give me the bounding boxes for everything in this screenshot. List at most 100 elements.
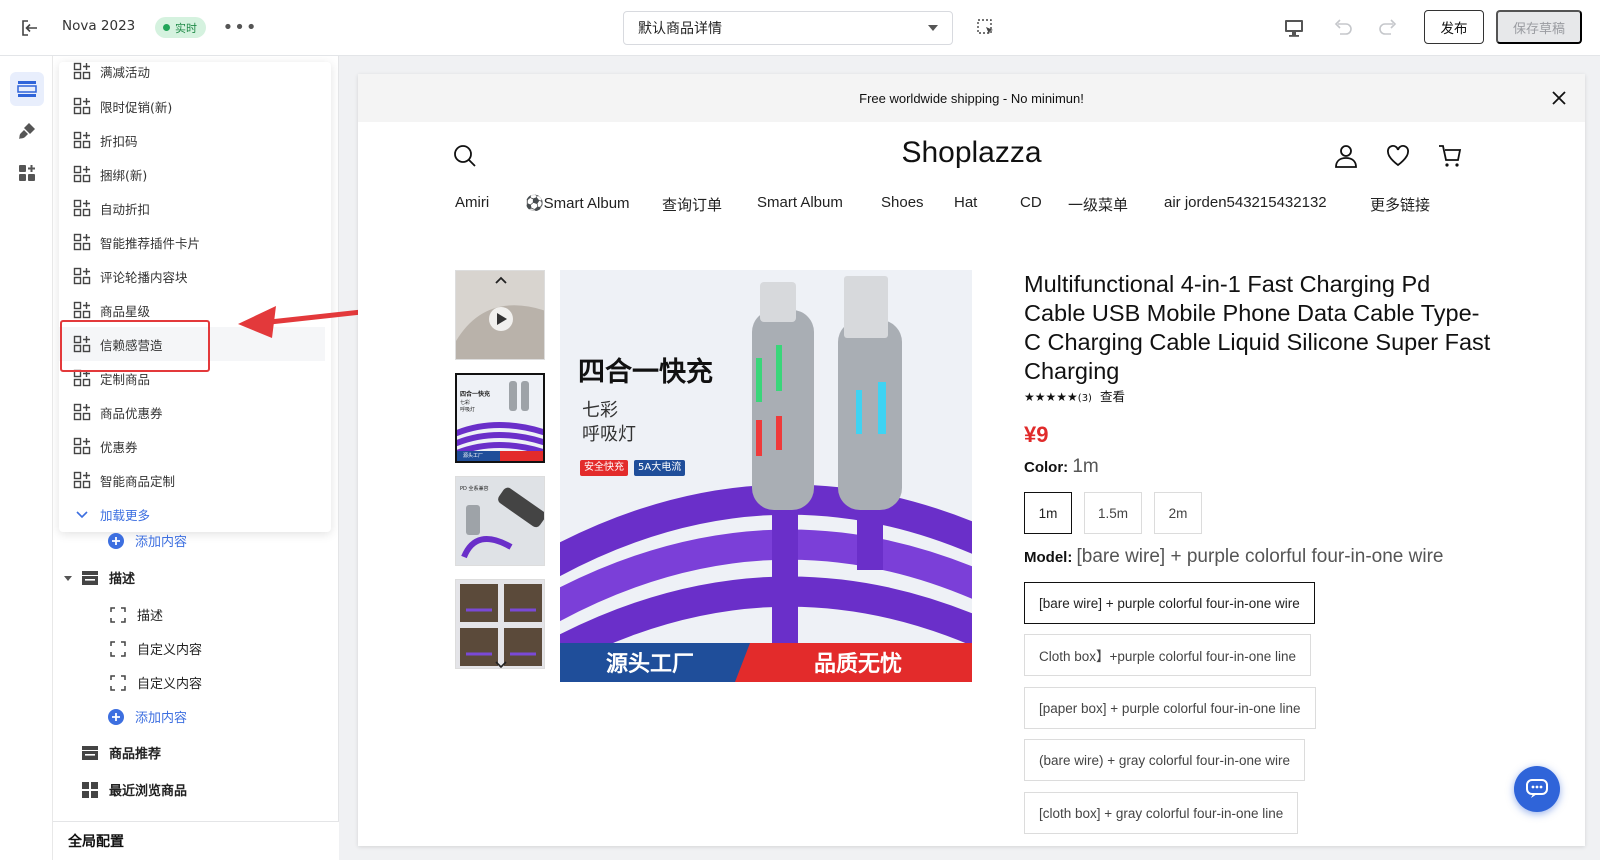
app-block-icon: [73, 267, 91, 285]
app-block-icon: [73, 471, 91, 489]
app-block-icon: [73, 403, 91, 421]
caret-down-icon: [64, 575, 72, 581]
thumbnail-text: PD 全系兼容: [460, 486, 489, 492]
nav-link[interactable]: 更多链接: [1370, 194, 1430, 215]
publish-button[interactable]: 发布: [1424, 10, 1484, 44]
cart-icon[interactable]: [1436, 142, 1464, 170]
color-label: Color:: [1024, 459, 1069, 476]
undo-icon[interactable]: [1331, 17, 1355, 39]
rail-theme-brush-icon[interactable]: [10, 114, 44, 148]
account-icon[interactable]: [1332, 142, 1360, 170]
close-icon[interactable]: [1547, 86, 1571, 110]
add-content-label: 添加内容: [135, 711, 188, 726]
exit-icon[interactable]: [18, 16, 42, 40]
nav-link[interactable]: CD: [1020, 194, 1042, 211]
chevron-down-icon: [928, 25, 938, 31]
image-headline: 四合一快充: [578, 357, 713, 388]
image-subtext: 七彩: [582, 400, 618, 421]
nav-link[interactable]: Shoes: [881, 194, 924, 211]
select-element-icon[interactable]: [975, 17, 997, 39]
app-block-icon: [73, 199, 91, 217]
dropdown-item-label: 商品优惠券: [100, 405, 163, 421]
nav-link[interactable]: air jorden543215432132: [1164, 194, 1327, 211]
wishlist-heart-icon[interactable]: [1384, 142, 1412, 170]
product-thumbnail[interactable]: PD 全系兼容: [455, 476, 545, 566]
color-option[interactable]: 2m: [1154, 492, 1202, 534]
cable-product-illustration-icon: [560, 270, 972, 682]
shipping-banner: Free worldwide shipping - No minimun!: [358, 74, 1585, 122]
image-tag-red: 安全快充: [580, 460, 628, 476]
image-subtext: 呼吸灯: [582, 424, 636, 445]
dropdown-item-label: 商品星级: [100, 303, 151, 319]
review-count: (3): [1077, 393, 1092, 404]
dropdown-item[interactable]: 商品优惠券: [59, 395, 325, 429]
template-select[interactable]: 默认商品详情: [623, 11, 953, 45]
dropdown-item[interactable]: 自动折扣: [59, 191, 325, 225]
dropdown-item-label: 优惠券: [100, 439, 138, 455]
nav-link[interactable]: 查询订单: [662, 194, 722, 215]
section-label: 最近浏览商品: [109, 784, 188, 799]
nav-link[interactable]: Amiri: [455, 194, 489, 211]
global-config[interactable]: 全局配置: [53, 821, 339, 860]
nav-link[interactable]: 一级菜单: [1068, 194, 1128, 215]
rail-sections-icon[interactable]: [10, 72, 44, 106]
model-option[interactable]: Cloth box】+purple colorful four-in-one l…: [1024, 634, 1312, 676]
block-custom-content[interactable]: 自定义内容: [109, 639, 202, 658]
model-option[interactable]: [paper box] + purple colorful four-in-on…: [1024, 687, 1316, 729]
shipping-banner-text: Free worldwide shipping - No minimun!: [859, 90, 1084, 106]
block-description[interactable]: 描述: [109, 605, 163, 624]
dropdown-item[interactable]: 评论轮播内容块: [59, 259, 325, 293]
add-content-button[interactable]: 添加内容: [107, 531, 187, 550]
block-custom-content[interactable]: 自定义内容: [109, 673, 202, 692]
model-option-selected[interactable]: [bare wire] + purple colorful four-in-on…: [1024, 582, 1315, 624]
nav-link[interactable]: ⚽Smart Album: [525, 194, 630, 212]
desktop-icon[interactable]: [1282, 17, 1306, 39]
block-icon: [110, 674, 126, 691]
product-main-image[interactable]: 四合一快充 七彩 呼吸灯 安全快充 5A大电流 源头工厂 品质无忧: [560, 270, 972, 682]
product-thumbnail-selected[interactable]: 四合一快充 七彩 呼吸灯 源头工厂: [455, 373, 545, 463]
left-rail: [0, 56, 53, 860]
color-option-selected[interactable]: 1m: [1024, 492, 1072, 534]
load-more-label: 加载更多: [100, 507, 151, 523]
dropdown-item[interactable]: 折扣码: [59, 123, 325, 157]
dropdown-item-label: 智能商品定制: [100, 473, 176, 489]
nav-link[interactable]: Hat: [954, 194, 977, 211]
nav-link[interactable]: Smart Album: [757, 194, 843, 211]
dropdown-item[interactable]: 限时促销(新): [59, 89, 325, 123]
preview-canvas: Free worldwide shipping - No minimun! Sh…: [358, 74, 1585, 846]
rail-apps-icon[interactable]: [10, 156, 44, 190]
redo-icon[interactable]: [1376, 17, 1400, 39]
chat-bubble-icon: [1526, 779, 1548, 798]
app-block-icon: [73, 97, 91, 115]
image-tag-blue: 5A大电流: [634, 460, 686, 476]
dropdown-item[interactable]: 优惠券: [59, 429, 325, 463]
add-content-button[interactable]: 添加内容: [107, 707, 187, 726]
section-description[interactable]: 描述: [63, 568, 135, 587]
model-option[interactable]: (bare wire) + gray colorful four-in-one …: [1024, 739, 1305, 781]
model-selected-value: [bare wire] + purple colorful four-in-on…: [1076, 546, 1444, 567]
highlight-box: [60, 320, 210, 372]
dropdown-item[interactable]: 满减活动: [59, 62, 325, 88]
product-thumbnail[interactable]: [455, 270, 545, 360]
product-thumbnail[interactable]: [455, 579, 545, 669]
color-option[interactable]: 1.5m: [1084, 492, 1142, 534]
thumbnail-text: 呼吸灯: [460, 407, 476, 413]
more-icon[interactable]: •••: [223, 16, 257, 38]
dropdown-item[interactable]: 捆绑(新): [59, 157, 325, 191]
dropdown-item[interactable]: 智能推荐插件卡片: [59, 225, 325, 259]
block-icon: [110, 606, 126, 623]
app-block-icon: [73, 62, 91, 80]
load-more-button[interactable]: 加载更多: [59, 497, 325, 531]
image-footer-left: 源头工厂: [606, 652, 695, 677]
model-option[interactable]: [cloth box] + gray colorful four-in-one …: [1024, 792, 1299, 834]
section-product-recommend[interactable]: 商品推荐: [81, 743, 161, 762]
save-draft-button[interactable]: 保存草稿: [1496, 10, 1582, 44]
app-block-icon: [73, 165, 91, 183]
app-block-icon: [73, 437, 91, 455]
dropdown-item-label: 满减活动: [100, 64, 151, 80]
chat-support-button[interactable]: [1514, 766, 1560, 812]
section-icon: [82, 745, 98, 760]
section-recently-viewed[interactable]: 最近浏览商品: [81, 780, 187, 799]
dropdown-item[interactable]: 智能商品定制: [59, 463, 325, 497]
view-reviews-link[interactable]: 查看: [1100, 389, 1125, 404]
